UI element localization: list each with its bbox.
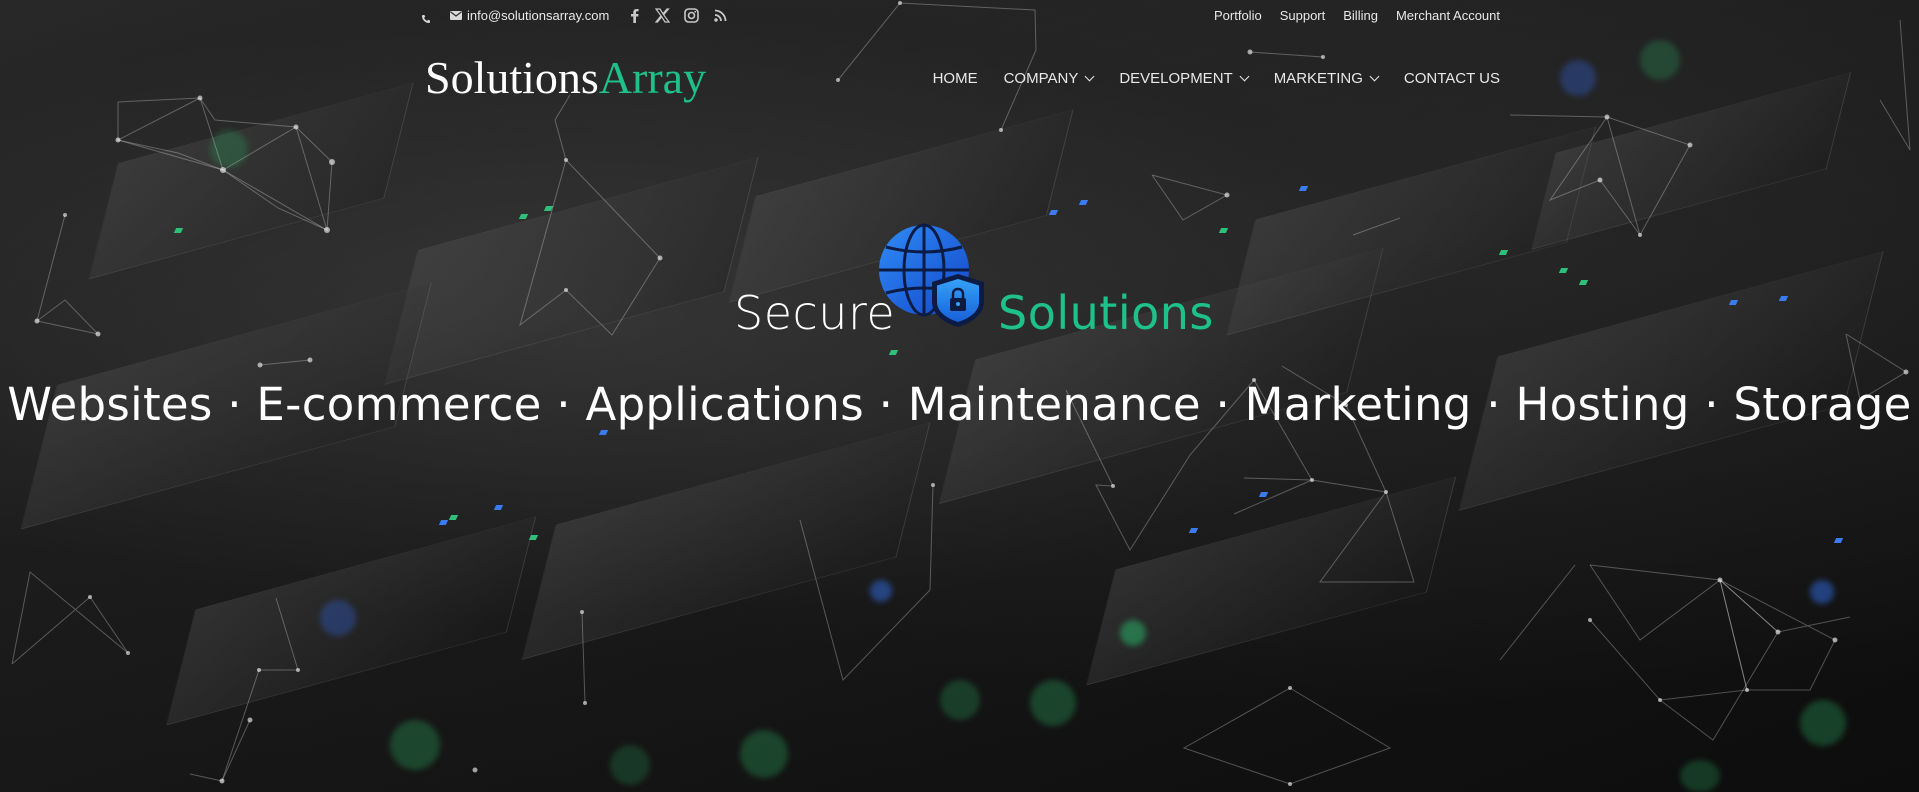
nav-company-label: COMPANY xyxy=(1003,70,1079,87)
nav-marketing-label: MARKETING xyxy=(1273,70,1363,87)
chevron-down-icon xyxy=(1084,71,1095,82)
nav-company[interactable]: COMPANY xyxy=(1003,70,1095,87)
chevron-down-icon xyxy=(1369,71,1380,82)
portfolio-link[interactable]: Portfolio xyxy=(1214,8,1262,23)
nav-development[interactable]: DEVELOPMENT xyxy=(1119,70,1250,87)
hero-background: info@solutionsarray.com Portfolio Suppor… xyxy=(0,0,1919,792)
rss-icon[interactable] xyxy=(712,7,728,23)
main-nav: HOME COMPANY DEVELOPMENT MARKETING CONTA… xyxy=(933,70,1500,87)
hero-title-solutions: Solutions xyxy=(998,286,1214,340)
email-text: info@solutionsarray.com xyxy=(467,8,610,23)
chevron-down-icon xyxy=(1239,71,1250,82)
top-bar: info@solutionsarray.com Portfolio Suppor… xyxy=(0,0,1919,32)
instagram-icon[interactable] xyxy=(683,7,699,23)
facebook-icon[interactable] xyxy=(626,7,642,23)
merchant-account-link[interactable]: Merchant Account xyxy=(1396,8,1500,23)
nav-contact-us[interactable]: CONTACT US xyxy=(1404,70,1500,87)
nav-development-label: DEVELOPMENT xyxy=(1119,70,1233,87)
site-logo[interactable]: SolutionsArray xyxy=(425,48,706,108)
x-icon[interactable] xyxy=(654,7,670,23)
secondary-nav: Portfolio Support Billing Merchant Accou… xyxy=(1214,8,1500,23)
nav-home-label: HOME xyxy=(932,70,978,87)
hero-title-secure: Secure xyxy=(734,286,896,340)
nav-home[interactable]: HOME xyxy=(933,70,978,87)
billing-link[interactable]: Billing xyxy=(1343,8,1378,23)
services-tagline: Websites · E-commerce · Applications · M… xyxy=(7,378,1912,431)
email-link[interactable]: info@solutionsarray.com xyxy=(450,8,609,23)
globe-shield-lock-icon xyxy=(876,222,986,328)
nav-marketing[interactable]: MARKETING xyxy=(1273,70,1380,87)
envelope-icon xyxy=(450,8,462,23)
logo-text-array: Array xyxy=(598,52,707,103)
logo-text-solutions: Solutions xyxy=(425,52,599,103)
support-link[interactable]: Support xyxy=(1280,8,1326,23)
nav-contact-us-label: CONTACT US xyxy=(1403,70,1500,87)
phone-icon[interactable] xyxy=(421,11,431,23)
